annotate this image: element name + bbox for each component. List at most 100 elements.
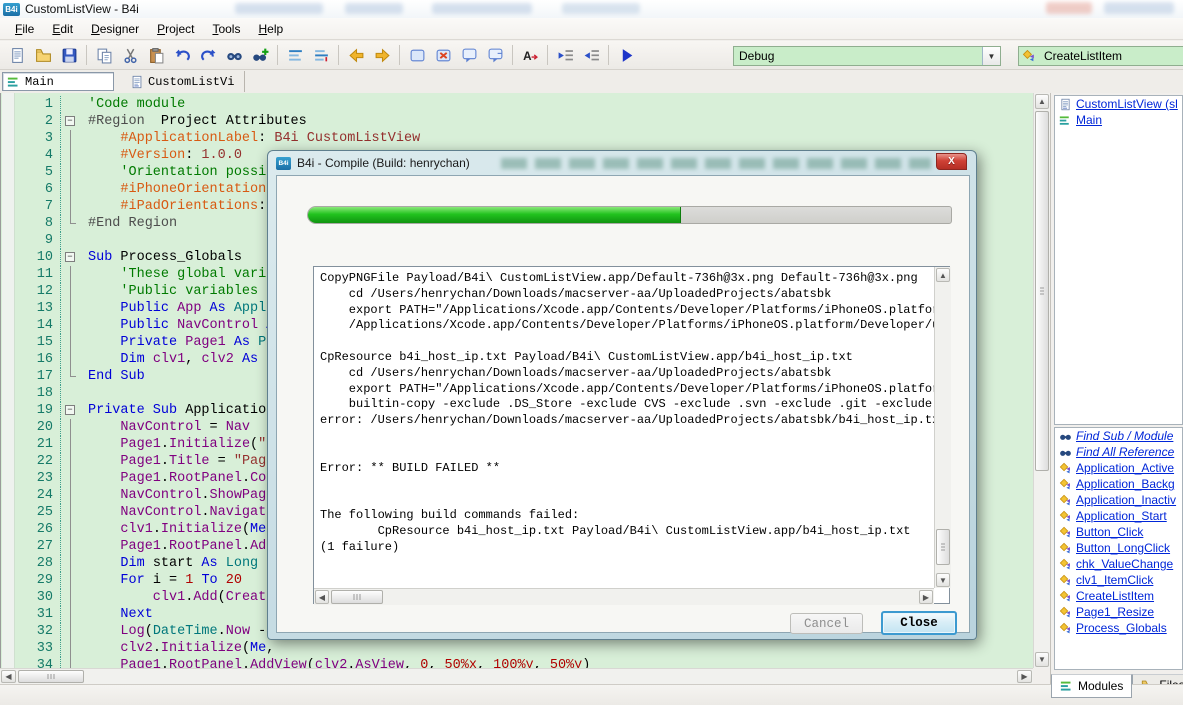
dialog-title-bar[interactable]: B4i B4i - Compile (Build: henrychan) xyxy=(268,151,976,175)
sub-item[interactable]: Process_Globals xyxy=(1055,620,1182,636)
paste-icon[interactable] xyxy=(143,43,169,67)
module-item[interactable]: Main xyxy=(1055,112,1182,128)
autocomplete-icon[interactable]: A xyxy=(517,43,543,67)
menu-help[interactable]: Help xyxy=(249,19,292,39)
menu-edit[interactable]: Edit xyxy=(43,19,82,39)
sub-link[interactable]: CreateListItem xyxy=(1076,589,1154,603)
scroll-up-icon[interactable]: ▲ xyxy=(936,268,950,282)
sub-item[interactable]: Find All Reference xyxy=(1055,444,1182,460)
sub-link[interactable]: Process_Globals xyxy=(1076,621,1167,635)
menu-project[interactable]: Project xyxy=(148,19,203,39)
scroll-right-icon[interactable]: ▶ xyxy=(1017,670,1032,683)
sub-navigation-combo[interactable]: CreateListItem xyxy=(1018,46,1183,66)
scrollbar-thumb[interactable] xyxy=(1035,111,1049,471)
code-line-1: 1 'Code module xyxy=(15,96,1033,113)
designer-script-icon[interactable] xyxy=(456,43,482,67)
comment-icon[interactable] xyxy=(282,43,308,67)
sub-link[interactable]: Application_Backg xyxy=(1076,477,1175,491)
designer-view-icon[interactable] xyxy=(404,43,430,67)
redo-icon[interactable] xyxy=(195,43,221,67)
scroll-left-icon[interactable]: ◀ xyxy=(315,590,329,604)
scroll-down-icon[interactable]: ▼ xyxy=(1035,652,1049,667)
menu-designer[interactable]: Designer xyxy=(82,19,148,39)
sub-item[interactable]: Application_Inactiv xyxy=(1055,492,1182,508)
sub-link[interactable]: chk_ValueChange xyxy=(1076,557,1173,571)
run-icon[interactable] xyxy=(613,43,639,67)
window-title: CustomListView - B4i xyxy=(25,2,139,16)
editor-horizontal-scrollbar[interactable]: ◀ ▶ xyxy=(0,668,1033,684)
chevron-down-icon[interactable]: ▼ xyxy=(982,47,1000,65)
navigate-back-icon[interactable] xyxy=(343,43,369,67)
undo-icon[interactable] xyxy=(169,43,195,67)
find-next-icon[interactable] xyxy=(247,43,273,67)
scroll-up-icon[interactable]: ▲ xyxy=(1035,94,1049,109)
editor-vertical-scrollbar[interactable]: ▲ ▼ xyxy=(1033,93,1050,668)
close-icon[interactable]: X xyxy=(936,153,967,170)
log-horizontal-scrollbar[interactable]: ◀ ▶ xyxy=(314,588,934,605)
sub-item[interactable]: Button_LongClick xyxy=(1055,540,1182,556)
scroll-down-icon[interactable]: ▼ xyxy=(936,573,950,587)
sub-item[interactable]: Page1_Resize xyxy=(1055,604,1182,620)
sub-item[interactable]: Application_Active xyxy=(1055,460,1182,476)
find-icon[interactable] xyxy=(221,43,247,67)
menu-tools[interactable]: Tools xyxy=(203,19,249,39)
sub-link[interactable]: Find All Reference xyxy=(1076,445,1174,459)
fold-guide xyxy=(61,181,80,198)
code-text: #Region Project Attributes xyxy=(88,114,307,129)
code-text: 'Code module xyxy=(88,97,186,112)
designer-layout-icon[interactable] xyxy=(482,43,508,67)
sub-link[interactable]: Application_Inactiv xyxy=(1076,493,1176,507)
class-icon xyxy=(130,75,148,89)
build-configuration-combo[interactable]: Debug ▼ xyxy=(733,46,1001,66)
new-file-icon[interactable] xyxy=(4,43,30,67)
indent-decrease-icon[interactable] xyxy=(552,43,578,67)
module-link[interactable]: CustomListView (sl xyxy=(1076,97,1178,111)
copy-icon[interactable] xyxy=(91,43,117,67)
sub-link[interactable]: Button_LongClick xyxy=(1076,541,1170,555)
code-line-3: 3 #ApplicationLabel: B4i CustomListView xyxy=(15,130,1033,147)
sub-link[interactable]: Find Sub / Module xyxy=(1076,429,1173,443)
log-vertical-scrollbar[interactable]: ▲ ▼ xyxy=(934,267,951,588)
code-line-2: 2− #Region Project Attributes xyxy=(15,113,1033,130)
designer-remove-view-icon[interactable] xyxy=(430,43,456,67)
sub-item[interactable]: Application_Backg xyxy=(1055,476,1182,492)
uncomment-icon[interactable] xyxy=(308,43,334,67)
sub-item[interactable]: Button_Click xyxy=(1055,524,1182,540)
sub-link[interactable]: Page1_Resize xyxy=(1076,605,1154,619)
indent-increase-icon[interactable] xyxy=(578,43,604,67)
sub-item[interactable]: chk_ValueChange xyxy=(1055,556,1182,572)
menu-file[interactable]: File xyxy=(6,19,43,39)
scrollbar-thumb[interactable] xyxy=(936,529,950,565)
fold-collapse-icon[interactable]: − xyxy=(61,402,80,419)
scroll-right-icon[interactable]: ▶ xyxy=(919,590,933,604)
sub-link[interactable]: Button_Click xyxy=(1076,525,1143,539)
scroll-left-icon[interactable]: ◀ xyxy=(1,670,16,683)
close-button[interactable]: Close xyxy=(881,611,957,635)
tab-modules[interactable]: Modules xyxy=(1051,674,1133,698)
cut-icon[interactable] xyxy=(117,43,143,67)
sub-item[interactable]: Application_Start xyxy=(1055,508,1182,524)
scrollbar-thumb[interactable] xyxy=(331,590,383,604)
fold-collapse-icon[interactable]: − xyxy=(61,113,80,130)
sub-item[interactable]: Find Sub / Module xyxy=(1055,428,1182,444)
module-item[interactable]: CustomListView (sl xyxy=(1055,96,1182,112)
sub-item[interactable]: clv1_ItemClick xyxy=(1055,572,1182,588)
code-text: Page1.RootPanel.Col xyxy=(88,471,275,486)
fold-collapse-icon[interactable]: − xyxy=(61,249,80,266)
tab-main[interactable]: Main xyxy=(2,72,114,91)
fold-guide xyxy=(61,130,80,147)
line-number: 19 xyxy=(15,402,61,419)
b4i-dialog-icon: B4i xyxy=(276,156,291,170)
tab-customlistview[interactable]: CustomListVi xyxy=(124,71,246,92)
dialog-title: B4i - Compile (Build: henrychan) xyxy=(297,156,470,170)
sub-item[interactable]: CreateListItem xyxy=(1055,588,1182,604)
sub-link[interactable]: clv1_ItemClick xyxy=(1076,573,1153,587)
navigate-forward-icon[interactable] xyxy=(369,43,395,67)
scrollbar-thumb[interactable] xyxy=(18,670,84,683)
open-project-icon[interactable] xyxy=(30,43,56,67)
sub-link[interactable]: Application_Start xyxy=(1076,509,1167,523)
save-icon[interactable] xyxy=(56,43,82,67)
module-link[interactable]: Main xyxy=(1076,113,1102,127)
sub-link[interactable]: Application_Active xyxy=(1076,461,1174,475)
build-log[interactable]: CopyPNGFile Payload/B4i\ CustomListView.… xyxy=(314,267,934,588)
